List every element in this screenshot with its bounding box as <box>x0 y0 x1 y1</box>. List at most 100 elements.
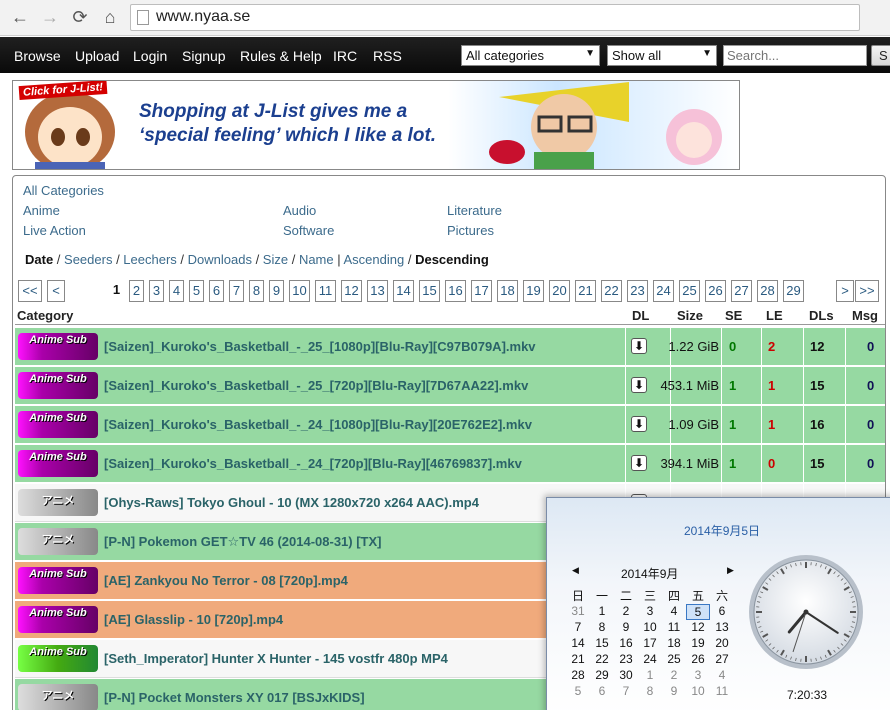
reload-icon[interactable]: ⟳ <box>70 7 90 27</box>
calendar-day[interactable]: 1 <box>638 668 662 682</box>
page-18[interactable]: 18 <box>497 280 518 302</box>
torrent-name-link[interactable]: [Saizen]_Kuroko's_Basketball_-_24_[720p]… <box>104 456 522 471</box>
torrent-name-link[interactable]: [P-N] Pokemon GET☆TV 46 (2014-08-31) [TX… <box>104 534 382 550</box>
home-icon[interactable]: ⌂ <box>100 7 120 27</box>
category-badge[interactable]: Anime Sub <box>18 372 98 399</box>
nav-irc[interactable]: IRC <box>333 48 357 64</box>
torrent-name-link[interactable]: [Saizen]_Kuroko's_Basketball_-_25_[720p]… <box>104 378 528 393</box>
calendar-full-date[interactable]: 2014年9月5日 <box>684 522 760 539</box>
calendar-day[interactable]: 26 <box>686 652 710 666</box>
cell-msg[interactable]: 0 <box>867 339 874 354</box>
category-badge[interactable]: Anime Sub <box>18 333 98 360</box>
calendar-day[interactable]: 6 <box>710 604 734 618</box>
page-4[interactable]: 4 <box>169 280 184 302</box>
table-row[interactable]: Anime Sub [Saizen]_Kuroko's_Basketball_-_… <box>15 406 885 444</box>
calendar-day[interactable]: 2 <box>614 604 638 618</box>
sort-descending[interactable]: Descending <box>415 252 489 267</box>
calendar-day[interactable]: 2 <box>662 668 686 682</box>
sort-name[interactable]: Name <box>299 252 334 267</box>
calendar-day[interactable]: 13 <box>710 620 734 634</box>
calendar-day[interactable]: 28 <box>566 668 590 682</box>
page-first[interactable]: << <box>18 280 42 302</box>
category-badge[interactable]: Anime Sub <box>18 567 98 594</box>
sort-ascending[interactable]: Ascending <box>344 252 405 267</box>
calendar-day[interactable]: 21 <box>566 652 590 666</box>
back-icon[interactable]: ← <box>10 7 30 27</box>
page-8[interactable]: 8 <box>249 280 264 302</box>
torrent-name-link[interactable]: [Seth_Imperator] Hunter X Hunter - 145 v… <box>104 651 448 666</box>
table-row[interactable]: Anime Sub [Saizen]_Kuroko's_Basketball_-_… <box>15 328 885 366</box>
calendar-day[interactable]: 8 <box>638 684 662 698</box>
nav-rss[interactable]: RSS <box>373 48 402 64</box>
calendar-day[interactable]: 12 <box>686 620 710 634</box>
calendar-next-icon[interactable]: ▶ <box>727 565 734 576</box>
page-25[interactable]: 25 <box>679 280 700 302</box>
category-anime[interactable]: Anime <box>23 203 60 218</box>
calendar-day[interactable]: 3 <box>686 668 710 682</box>
page-2[interactable]: 2 <box>129 280 144 302</box>
category-literature[interactable]: Literature <box>447 203 502 218</box>
torrent-name-link[interactable]: [P-N] Pocket Monsters XY 017 [BSJxKIDS] <box>104 690 365 705</box>
banner-ad[interactable]: Click for J-List! Shopping at J-List giv… <box>12 80 740 170</box>
page-22[interactable]: 22 <box>601 280 622 302</box>
calendar-day[interactable]: 17 <box>638 636 662 650</box>
calendar-day[interactable]: 7 <box>566 620 590 634</box>
calendar-day[interactable]: 4 <box>662 604 686 618</box>
cell-msg[interactable]: 0 <box>867 456 874 471</box>
category-badge[interactable]: アニメ <box>18 528 98 555</box>
torrent-name-link[interactable]: [AE] Glasslip - 10 [720p].mp4 <box>104 612 283 627</box>
page-6[interactable]: 6 <box>209 280 224 302</box>
sort-downloads[interactable]: Downloads <box>188 252 252 267</box>
calendar-day[interactable]: 10 <box>638 620 662 634</box>
calendar-day[interactable]: 30 <box>614 668 638 682</box>
page-last[interactable]: >> <box>855 280 879 302</box>
nav-upload[interactable]: Upload <box>75 48 119 64</box>
page-11[interactable]: 11 <box>315 280 336 302</box>
page-23[interactable]: 23 <box>627 280 648 302</box>
nav-login[interactable]: Login <box>133 48 167 64</box>
calendar-day[interactable]: 5 <box>566 684 590 698</box>
calendar-day[interactable]: 10 <box>686 684 710 698</box>
page-27[interactable]: 27 <box>731 280 752 302</box>
category-badge[interactable]: Anime Sub <box>18 450 98 477</box>
calendar-prev-icon[interactable]: ◀ <box>572 565 579 576</box>
calendar-day[interactable]: 11 <box>710 684 734 698</box>
calendar-day[interactable]: 9 <box>662 684 686 698</box>
calendar-day[interactable]: 4 <box>710 668 734 682</box>
calendar-day[interactable]: 20 <box>710 636 734 650</box>
category-software[interactable]: Software <box>283 223 334 238</box>
forward-icon[interactable]: → <box>40 7 60 27</box>
category-badge[interactable]: Anime Sub <box>18 411 98 438</box>
page-13[interactable]: 13 <box>367 280 388 302</box>
cell-msg[interactable]: 0 <box>867 378 874 393</box>
torrent-name-link[interactable]: [Saizen]_Kuroko's_Basketball_-_25_[1080p… <box>104 339 536 354</box>
page-17[interactable]: 17 <box>471 280 492 302</box>
calendar-day[interactable]: 19 <box>686 636 710 650</box>
table-row[interactable]: Anime Sub [Saizen]_Kuroko's_Basketball_-_… <box>15 445 885 483</box>
filter-select[interactable]: Show all ▼ <box>607 45 717 66</box>
calendar-day[interactable]: 6 <box>590 684 614 698</box>
calendar-today[interactable]: 5 <box>686 604 710 620</box>
calendar-day[interactable]: 27 <box>710 652 734 666</box>
category-live-action[interactable]: Live Action <box>23 223 86 238</box>
page-24[interactable]: 24 <box>653 280 674 302</box>
download-icon[interactable]: ⬇ <box>631 377 647 393</box>
download-icon[interactable]: ⬇ <box>631 338 647 354</box>
search-input[interactable] <box>723 45 867 66</box>
page-16[interactable]: 16 <box>445 280 466 302</box>
header-le[interactable]: LE <box>766 308 783 323</box>
nav-rules-help[interactable]: Rules & Help <box>240 48 322 64</box>
download-icon[interactable]: ⬇ <box>631 416 647 432</box>
page-26[interactable]: 26 <box>705 280 726 302</box>
calendar-day[interactable]: 31 <box>566 604 590 618</box>
category-pictures[interactable]: Pictures <box>447 223 494 238</box>
calendar-day[interactable]: 14 <box>566 636 590 650</box>
calendar-day[interactable]: 8 <box>590 620 614 634</box>
calendar-day[interactable]: 9 <box>614 620 638 634</box>
page-1[interactable]: 1 <box>109 280 124 302</box>
page-10[interactable]: 10 <box>289 280 310 302</box>
address-bar[interactable]: www.nyaa.se <box>130 4 860 31</box>
category-badge[interactable]: Anime Sub <box>18 606 98 633</box>
calendar-day[interactable]: 3 <box>638 604 662 618</box>
calendar-day[interactable]: 1 <box>590 604 614 618</box>
